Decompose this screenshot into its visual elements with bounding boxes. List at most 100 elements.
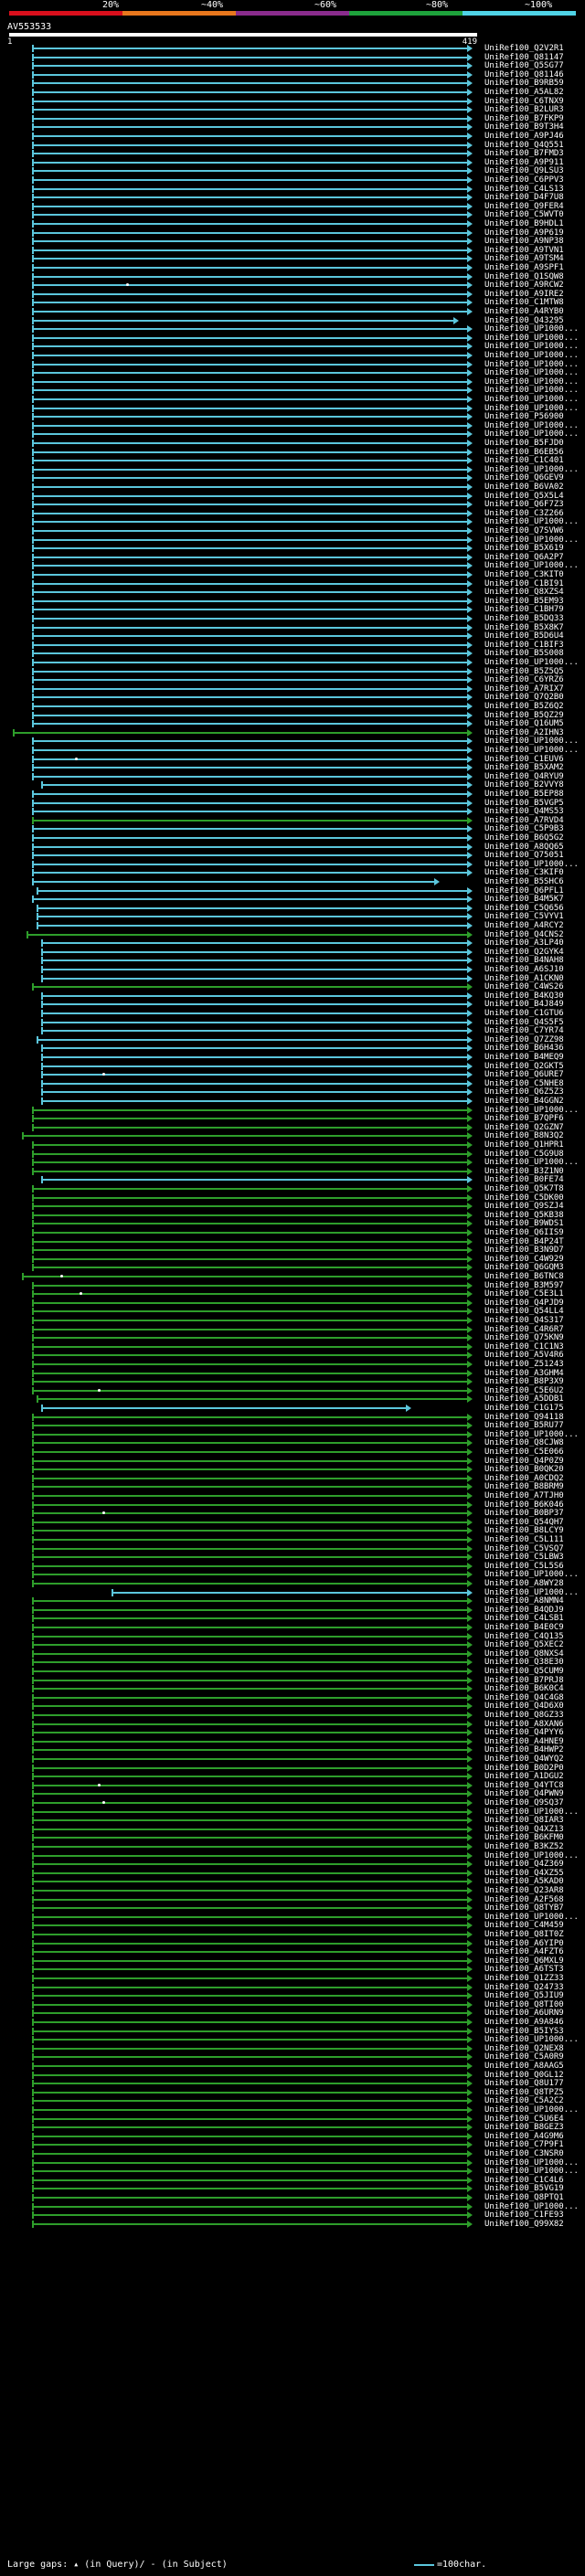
hit-row[interactable]: UniRef100_UP1000... <box>0 1158 585 1167</box>
hit-label[interactable]: UniRef100_Q8XZS4 <box>484 588 564 597</box>
hit-row[interactable]: UniRef100_Q4CNS2 <box>0 930 585 939</box>
hit-label[interactable]: UniRef100_UP1000... <box>484 465 579 474</box>
hit-row[interactable]: UniRef100_A1DGU2 <box>0 1772 585 1781</box>
hit-row[interactable]: UniRef100_UP1000... <box>0 1570 585 1579</box>
hit-label[interactable]: UniRef100_C6PPV3 <box>484 175 564 185</box>
hit-row[interactable]: UniRef100_B8GEZ3 <box>0 2123 585 2132</box>
hit-row[interactable]: UniRef100_B4M5K7 <box>0 895 585 904</box>
hit-row[interactable]: UniRef100_B4P24T <box>0 1237 585 1246</box>
hit-label[interactable]: UniRef100_Q6PFL1 <box>484 886 564 896</box>
hit-label[interactable]: UniRef100_C7P9F1 <box>484 2140 564 2149</box>
hit-label[interactable]: UniRef100_B0FE74 <box>484 1175 564 1184</box>
hit-row[interactable]: UniRef100_C7YR74 <box>0 1026 585 1035</box>
hit-label[interactable]: UniRef100_UP1000... <box>484 404 579 413</box>
hit-label[interactable]: UniRef100_Q8NXS4 <box>484 1649 564 1659</box>
hit-label[interactable]: UniRef100_C1GTU6 <box>484 1009 564 1018</box>
hit-label[interactable]: UniRef100_B7PRJ8 <box>484 1676 564 1685</box>
hit-label[interactable]: UniRef100_B9T3H4 <box>484 122 564 132</box>
hit-row[interactable]: UniRef100_B5RU77 <box>0 1421 585 1430</box>
hit-row[interactable]: UniRef100_Q7SVW6 <box>0 526 585 535</box>
hit-label[interactable]: UniRef100_Q23AR8 <box>484 1886 564 1895</box>
hit-label[interactable]: UniRef100_UP1000... <box>484 360 579 369</box>
hit-row[interactable]: UniRef100_B5X619 <box>0 544 585 553</box>
hit-label[interactable]: UniRef100_UP1000... <box>484 377 579 387</box>
hit-row[interactable]: UniRef100_Q4S5F5 <box>0 1018 585 1027</box>
hit-label[interactable]: UniRef100_C1BH79 <box>484 605 564 614</box>
hit-row[interactable]: UniRef100_A7RVD4 <box>0 816 585 825</box>
hit-label[interactable]: UniRef100_Q8TYB7 <box>484 1903 564 1913</box>
hit-row[interactable]: UniRef100_A7RIX7 <box>0 684 585 694</box>
hit-label[interactable]: UniRef100_Q4RYU9 <box>484 772 564 781</box>
hit-row[interactable]: UniRef100_C1BI91 <box>0 579 585 588</box>
hit-label[interactable]: UniRef100_B5D6U4 <box>484 631 564 641</box>
hit-label[interactable]: UniRef100_C5E6U2 <box>484 1386 564 1395</box>
hit-row[interactable]: UniRef100_Q4D6X0 <box>0 1701 585 1711</box>
hit-label[interactable]: UniRef100_UP1000... <box>484 368 579 377</box>
hit-label[interactable]: UniRef100_A1CKN0 <box>484 974 564 983</box>
hit-label[interactable]: UniRef100_Q4XZ13 <box>484 1825 564 1834</box>
hit-row[interactable]: UniRef100_C5L111 <box>0 1535 585 1544</box>
hit-row[interactable]: UniRef100_Q5K7T8 <box>0 1184 585 1193</box>
hit-label[interactable]: UniRef100_Q6A2P7 <box>484 553 564 562</box>
hit-label[interactable]: UniRef100_C1C401 <box>484 456 564 465</box>
hit-row[interactable]: UniRef100_Q7ZZ98 <box>0 1035 585 1044</box>
hit-row[interactable]: UniRef100_UP1000... <box>0 737 585 746</box>
hit-row[interactable]: UniRef100_Q2GYK4 <box>0 948 585 957</box>
hit-label[interactable]: UniRef100_Q6URE7 <box>484 1070 564 1079</box>
hit-row[interactable]: UniRef100_Q8U177 <box>0 2079 585 2088</box>
hit-row[interactable]: UniRef100_Q5CUM9 <box>0 1667 585 1676</box>
hit-row[interactable]: UniRef100_B0QK20 <box>0 1465 585 1474</box>
hit-label[interactable]: UniRef100_A9IRE2 <box>484 290 564 299</box>
hit-label[interactable]: UniRef100_UP1000... <box>484 429 579 439</box>
hit-label[interactable]: UniRef100_Q16UM5 <box>484 719 564 728</box>
hit-row[interactable]: UniRef100_Q2GKT5 <box>0 1062 585 1071</box>
hit-row[interactable]: UniRef100_Q4P0Z9 <box>0 1457 585 1466</box>
hit-label[interactable]: UniRef100_C5NHE8 <box>484 1079 564 1088</box>
hit-row[interactable]: UniRef100_Q6A2P7 <box>0 553 585 562</box>
hit-label[interactable]: UniRef100_B6K0C4 <box>484 1684 564 1693</box>
hit-label[interactable]: UniRef100_B0BP37 <box>484 1509 564 1518</box>
hit-label[interactable]: UniRef100_B4MEQ9 <box>484 1053 564 1062</box>
hit-row[interactable]: UniRef100_UP1000... <box>0 351 585 360</box>
hit-row[interactable]: UniRef100_Q23AR8 <box>0 1886 585 1895</box>
hit-row[interactable]: UniRef100_B5Z6Q2 <box>0 702 585 711</box>
hit-row[interactable]: UniRef100_Q8TPZ5 <box>0 2088 585 2097</box>
hit-row[interactable]: UniRef100_B5X8K7 <box>0 623 585 632</box>
hit-label[interactable]: UniRef100_A9TSM4 <box>484 254 564 263</box>
hit-label[interactable]: UniRef100_Q4S5F5 <box>484 1018 564 1027</box>
hit-label[interactable]: UniRef100_B6H436 <box>484 1044 564 1053</box>
hit-row[interactable]: UniRef100_B5S008 <box>0 649 585 658</box>
hit-label[interactable]: UniRef100_C1BI91 <box>484 579 564 588</box>
hit-label[interactable]: UniRef100_A7RIX7 <box>484 684 564 694</box>
hit-row[interactable]: UniRef100_A8XAN6 <box>0 1720 585 1729</box>
hit-label[interactable]: UniRef100_Q81147 <box>484 53 564 62</box>
hit-label[interactable]: UniRef100_A6TST3 <box>484 1965 564 1974</box>
hit-label[interactable]: UniRef100_C4LS13 <box>484 185 564 194</box>
hit-row[interactable]: UniRef100_B6KFM0 <box>0 1833 585 1842</box>
hit-label[interactable]: UniRef100_B5Z5Q5 <box>484 667 564 676</box>
hit-row[interactable]: UniRef100_Q24733 <box>0 1983 585 1992</box>
hit-label[interactable]: UniRef100_B4P24T <box>484 1237 564 1246</box>
hit-label[interactable]: UniRef100_UP1000... <box>484 1851 579 1860</box>
hit-label[interactable]: UniRef100_B4M5K7 <box>484 895 564 904</box>
hit-row[interactable]: UniRef100_B3N9D7 <box>0 1246 585 1255</box>
hit-label[interactable]: UniRef100_A0CDQ2 <box>484 1474 564 1483</box>
hit-label[interactable]: UniRef100_Q54LL4 <box>484 1307 564 1316</box>
hit-label[interactable]: UniRef100_C7YR74 <box>484 1026 564 1035</box>
hit-label[interactable]: UniRef100_B0D2P0 <box>484 1764 564 1773</box>
hit-row[interactable]: UniRef100_C3KIF0 <box>0 868 585 877</box>
hit-row[interactable]: UniRef100_C5NHE8 <box>0 1079 585 1088</box>
hit-row[interactable]: UniRef100_Q5SG77 <box>0 61 585 70</box>
hit-label[interactable]: UniRef100_Q75051 <box>484 851 564 860</box>
hit-label[interactable]: UniRef100_C1MTW8 <box>484 298 564 307</box>
hit-row[interactable]: UniRef100_A2F568 <box>0 1895 585 1904</box>
hit-row[interactable]: UniRef100_P56900 <box>0 412 585 421</box>
hit-row[interactable]: UniRef100_A3GHM4 <box>0 1369 585 1378</box>
hit-label[interactable]: UniRef100_Q4CNS2 <box>484 930 564 939</box>
hit-row[interactable]: UniRef100_Q8TYB7 <box>0 1903 585 1913</box>
hit-label[interactable]: UniRef100_Q1ZZ33 <box>484 1974 564 1983</box>
hit-row[interactable]: UniRef100_UP1000... <box>0 860 585 869</box>
hit-label[interactable]: UniRef100_B5FJD0 <box>484 439 564 448</box>
hit-row[interactable]: UniRef100_A9TVN1 <box>0 246 585 255</box>
hit-row[interactable]: UniRef100_UP1000... <box>0 342 585 351</box>
